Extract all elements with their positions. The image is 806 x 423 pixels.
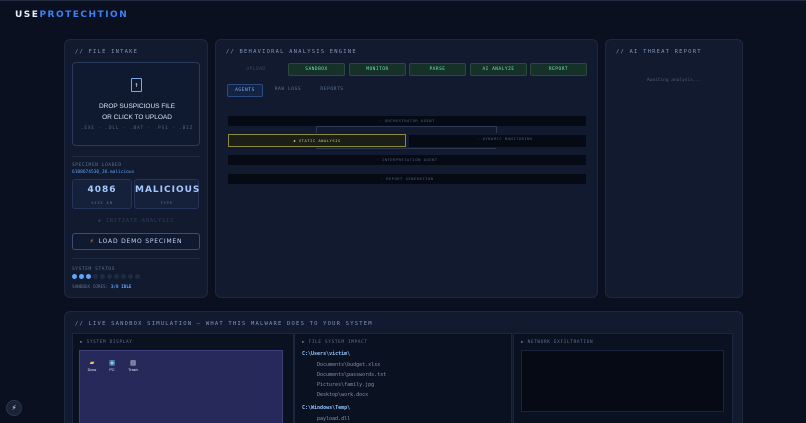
- upload-icon: ↑: [131, 78, 142, 92]
- system-display-panel: ▶ SYSTEM DISPLAY ▰ Docs ▣ PC ▥ Trash: [72, 333, 294, 423]
- stage-ai-analyze[interactable]: AI ANALYZE: [470, 63, 527, 76]
- stage-sandbox[interactable]: SANDBOX: [288, 63, 345, 76]
- status-dot: [79, 274, 84, 279]
- fs-file: Desktop\work.docx: [317, 392, 369, 398]
- type-value: MALICIOUS: [135, 185, 201, 195]
- status-dot: [121, 274, 126, 279]
- fs-directory: C:\Windows\Temp\: [302, 405, 351, 411]
- threat-report-title: // AI THREAT REPORT: [616, 49, 702, 55]
- desktop-icon-docs[interactable]: ▰ Docs: [85, 358, 99, 372]
- desktop-icon-label: Trash: [128, 368, 138, 372]
- divider: [72, 258, 200, 259]
- status-dot: [86, 274, 91, 279]
- stage-report[interactable]: REPORT: [530, 63, 587, 76]
- fs-file: Documents\passwords.txt: [317, 372, 387, 378]
- load-demo-button[interactable]: ⚡ LOAD DEMO SPECIMEN: [72, 233, 200, 250]
- type-stat: MALICIOUS TYPE: [134, 179, 199, 209]
- fs-file: Pictures\family.jpg: [317, 382, 375, 388]
- specimen-filename: 6108674530_J0.malicious: [72, 170, 135, 175]
- desktop-icon-label: PC: [109, 368, 115, 372]
- specimen-loaded-label: SPECIMEN LOADED: [72, 163, 122, 168]
- stage-monitor[interactable]: MONITOR: [349, 63, 406, 76]
- top-bar: USEPROTECHTION: [0, 0, 806, 30]
- system-display-title: ▶ SYSTEM DISPLAY: [80, 340, 133, 345]
- bolt-icon[interactable]: ⚡: [6, 400, 22, 416]
- connector: [316, 126, 496, 127]
- file-dropzone[interactable]: ↑ DROP SUSPICIOUS FILE OR CLICK TO UPLOA…: [72, 62, 200, 146]
- stage-upload[interactable]: UPLOAD: [228, 63, 284, 76]
- desktop-icon-trash[interactable]: ▥ Trash: [126, 358, 140, 372]
- status-dot: [128, 274, 133, 279]
- bolt-icon: ⚡: [89, 238, 95, 245]
- load-demo-label: LOAD DEMO SPECIMEN: [98, 238, 183, 245]
- analysis-engine-title: // BEHAVIORAL ANALYSIS ENGINE: [226, 49, 357, 55]
- threat-report-panel: // AI THREAT REPORT Awaiting analysis...: [605, 39, 743, 298]
- agent-orchestrator[interactable]: ◦ ORCHESTRATOR AGENT: [228, 116, 586, 126]
- agent-report-generation[interactable]: ◦ REPORT GENERATION: [228, 174, 586, 184]
- fs-file: Documents\budget.xlsx: [317, 362, 381, 368]
- fs-directory: C:\Users\victim\: [302, 351, 351, 357]
- agent-dynamic-monitoring[interactable]: ◦ DYNAMIC MONITORING: [409, 135, 586, 147]
- sandbox-cores: SANDBOX CORES: 3/8 IDLE: [72, 285, 132, 290]
- status-dot: [93, 274, 98, 279]
- network-exfiltration-panel: ▶ NETWORK EXFILTRATION: [513, 333, 733, 423]
- allowed-extensions: .EXE · .DLL · .BAT · .PS1 · .BIZ: [80, 126, 194, 131]
- tab-raw-logs[interactable]: RAW LOGS: [269, 84, 307, 97]
- size-value: 4086: [87, 185, 117, 195]
- fs-file: payload.dll: [317, 416, 351, 422]
- initiate-analysis-button[interactable]: ◆ INITIATE ANALYSIS: [65, 218, 207, 224]
- sandbox-simulation-title: // LIVE SANDBOX SIMULATION — WHAT THIS M…: [75, 321, 373, 327]
- system-status-label: SYSTEM STATUS: [72, 267, 116, 272]
- tab-agents[interactable]: AGENTS: [227, 84, 263, 97]
- connector: [316, 126, 317, 133]
- agent-interpretation[interactable]: ◦ INTERPRETATION AGENT: [228, 155, 586, 165]
- agent-static-analysis[interactable]: ◆ STATIC ANALYSIS: [228, 134, 406, 147]
- size-stat: 4086 SIZE KB: [72, 179, 132, 209]
- stage-parse[interactable]: PARSE: [409, 63, 466, 76]
- network-activity-display: [521, 350, 724, 412]
- network-exfiltration-title: ▶ NETWORK EXFILTRATION: [521, 340, 594, 345]
- desktop-icon-label: Docs: [87, 368, 97, 372]
- drop-line-2: OR CLICK TO UPLOAD: [102, 114, 172, 121]
- awaiting-analysis-text: Awaiting analysis...: [646, 78, 702, 83]
- desktop-icon-pc[interactable]: ▣ PC: [105, 358, 119, 372]
- status-dot: [100, 274, 105, 279]
- sandbox-simulation-panel: // LIVE SANDBOX SIMULATION — WHAT THIS M…: [64, 311, 743, 423]
- size-label: SIZE KB: [91, 200, 113, 205]
- status-dot: [114, 274, 119, 279]
- file-system-panel: ▶ FILE SYSTEM IMPACT C:\Users\victim\ Do…: [294, 333, 512, 423]
- tab-reports[interactable]: REPORTS: [314, 84, 350, 97]
- file-system-title: ▶ FILE SYSTEM IMPACT: [302, 340, 368, 345]
- connector: [496, 126, 497, 133]
- computer-icon: ▣: [109, 358, 115, 367]
- status-dot: [135, 274, 140, 279]
- folder-icon: ▰: [89, 358, 95, 367]
- file-intake-panel: // FILE INTAKE ↑ DROP SUSPICIOUS FILE OR…: [64, 39, 208, 298]
- analysis-engine-panel: // BEHAVIORAL ANALYSIS ENGINE UPLOAD SAN…: [215, 39, 598, 298]
- status-dot: [107, 274, 112, 279]
- divider: [72, 156, 200, 157]
- trash-icon: ▥: [130, 358, 136, 367]
- sandbox-cores-label: SANDBOX CORES:: [72, 285, 109, 290]
- drop-line-1: DROP SUSPICIOUS FILE: [98, 103, 176, 110]
- connector: [316, 148, 496, 149]
- file-intake-title: // FILE INTAKE: [75, 49, 139, 55]
- type-label: TYPE: [160, 200, 173, 205]
- brand-logo[interactable]: USEPROTECHTION: [15, 10, 128, 20]
- simulated-desktop[interactable]: ▰ Docs ▣ PC ▥ Trash: [79, 350, 283, 423]
- sandbox-cores-value: 3/8 IDLE: [110, 285, 132, 290]
- status-dot: [72, 274, 77, 279]
